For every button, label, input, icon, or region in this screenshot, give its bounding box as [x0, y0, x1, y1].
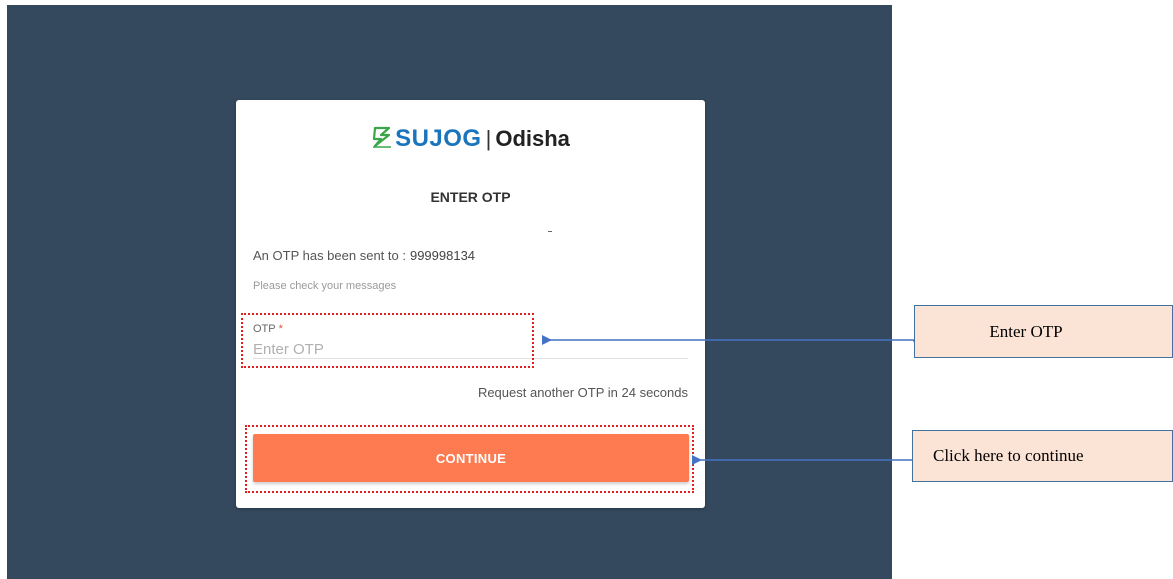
check-messages-hint: Please check your messages	[253, 280, 397, 292]
sujog-logo-icon	[372, 127, 392, 148]
otp-sent-prefix: An OTP has been sent to :	[253, 248, 406, 263]
phone-number: 999998134	[409, 248, 476, 263]
otp-highlight-box	[241, 313, 534, 368]
resend-otp-timer: Request another OTP in 24 seconds	[477, 385, 688, 400]
continue-callout: Click here to continue	[912, 430, 1173, 482]
otp-sent-message: An OTP has been sent to :999998134	[253, 248, 475, 263]
otp-callout: Enter OTP	[914, 305, 1173, 358]
page-title: ENTER OTP	[430, 189, 511, 205]
continue-highlight-box	[245, 425, 694, 493]
brand-logo: SUJOG | Odisha	[236, 124, 705, 153]
brand-separator: |	[485, 126, 492, 152]
brand-region: Odisha	[495, 126, 570, 152]
brand-name: SUJOG	[395, 125, 482, 153]
divider-mark	[548, 231, 552, 232]
